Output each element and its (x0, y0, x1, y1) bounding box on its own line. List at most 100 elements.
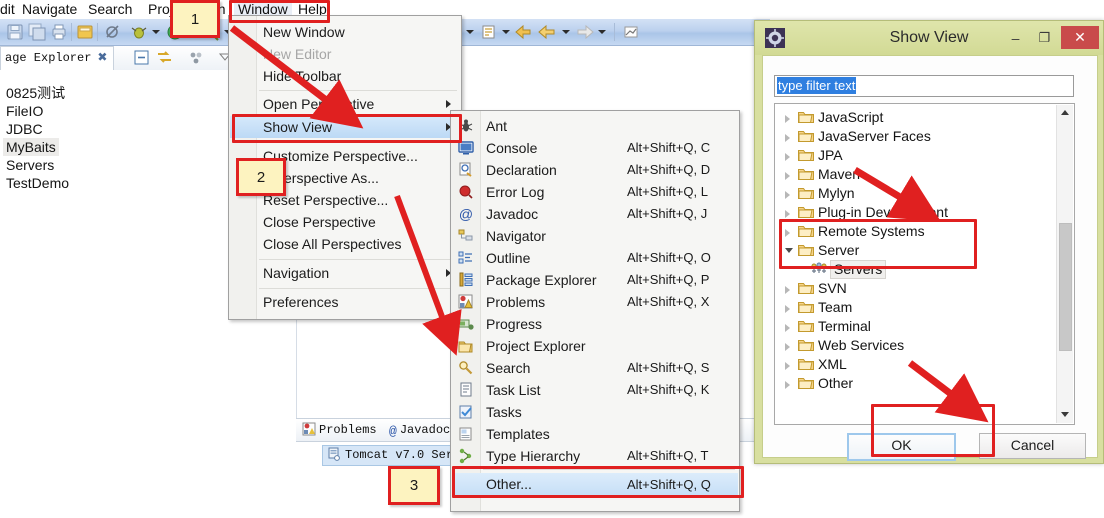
list-item[interactable]: JDBC (6, 120, 43, 138)
chevron-right-icon[interactable] (785, 381, 790, 389)
tab-javadoc-label: Javadoc (399, 423, 451, 437)
submenu-item-package-explorer[interactable]: Package Explorer Alt+Shift+Q, P (452, 269, 738, 291)
toolbar-dropdown-arrow-1[interactable] (466, 30, 474, 34)
chevron-right-icon[interactable] (785, 191, 790, 199)
submenu-item-ant[interactable]: Ant (452, 115, 738, 137)
list-item[interactable]: 0825测试 (6, 84, 65, 102)
submenu-item-declaration[interactable]: Declaration Alt+Shift+Q, D (452, 159, 738, 181)
tab-javadoc[interactable]: @ Javadoc (389, 420, 450, 440)
submenu-item-progress[interactable]: Progress (452, 313, 738, 335)
link-with-editor-icon[interactable] (156, 49, 173, 69)
close-icon[interactable]: ✖ (97, 47, 107, 70)
toolbar-dropdown-arrow-2[interactable] (502, 30, 510, 34)
scroll-thumb[interactable] (1059, 223, 1072, 351)
debug-icon[interactable] (130, 23, 148, 41)
forward-icon[interactable] (576, 23, 594, 41)
list-item[interactable]: Servers (6, 156, 54, 174)
submenu-item-console[interactable]: Console Alt+Shift+Q, C (452, 137, 738, 159)
folder-icon (798, 205, 814, 224)
dialog-titlebar[interactable]: Show View – ❐ ✕ (755, 21, 1103, 55)
debug-dropdown-arrow[interactable] (152, 30, 160, 34)
save-all-icon[interactable] (28, 23, 46, 41)
toolbar-separator (71, 23, 72, 41)
submenu-item-task-list[interactable]: Task List Alt+Shift+Q, K (452, 379, 738, 401)
chevron-right-icon[interactable] (785, 343, 790, 351)
minimize-button[interactable]: – (1001, 26, 1030, 49)
server-icon (327, 447, 341, 468)
menu-separator-4 (259, 288, 457, 289)
submenu-item-outline[interactable]: Outline Alt+Shift+Q, O (452, 247, 738, 269)
tasks-icon (458, 404, 474, 420)
maximize-button[interactable]: ❐ (1030, 26, 1059, 49)
view-tree[interactable]: JavaScript JavaServer Faces JPA Maven My… (774, 103, 1075, 425)
submenu-item-other[interactable]: Other... Alt+Shift+Q, Q (452, 473, 738, 496)
folder-icon (798, 319, 814, 338)
back-icon[interactable] (538, 23, 556, 41)
chevron-right-icon[interactable] (785, 134, 790, 142)
chevron-down-icon[interactable] (785, 248, 793, 253)
menu-search[interactable]: Search (88, 0, 132, 19)
menu-navigate[interactable]: Navigate (22, 0, 77, 19)
submenu-item-tasks[interactable]: Tasks (452, 401, 738, 423)
chevron-right-icon[interactable] (785, 210, 790, 218)
submenu-item-search[interactable]: Search Alt+Shift+Q, S (452, 357, 738, 379)
print-icon[interactable] (50, 23, 68, 41)
list-item[interactable]: FileIO (6, 102, 43, 120)
toolbar-separator-2 (97, 23, 98, 41)
save-icon[interactable] (6, 23, 24, 41)
chevron-right-icon[interactable] (785, 305, 790, 313)
submenu-item-navigator[interactable]: Navigator (452, 225, 738, 247)
chevron-right-icon[interactable] (785, 324, 790, 332)
menu-item-preferences[interactable]: Preferences (230, 291, 460, 313)
back-dropdown-arrow[interactable] (562, 30, 570, 34)
tab-problems[interactable]: Problems (302, 420, 377, 440)
menu-separator (259, 90, 457, 91)
new-java-icon[interactable] (480, 23, 498, 41)
folder-icon (798, 300, 814, 319)
menu-item-show-view[interactable]: Show View (230, 116, 460, 138)
chevron-right-icon[interactable] (785, 115, 790, 123)
list-item[interactable]: TestDemo (6, 174, 69, 192)
menu-edit[interactable]: dit (0, 0, 15, 19)
chevron-right-icon[interactable] (785, 172, 790, 180)
chevron-right-icon[interactable] (785, 286, 790, 294)
folder-icon (798, 243, 814, 262)
menu-item-navigation[interactable]: Navigation (230, 262, 460, 284)
submenu-item-javadoc[interactable]: @ Javadoc Alt+Shift+Q, J (452, 203, 738, 225)
skip-breakpoints-icon[interactable] (104, 23, 122, 41)
tree-scrollbar[interactable] (1056, 105, 1073, 423)
back-history-icon[interactable] (514, 23, 532, 41)
filter-input[interactable]: type filter text (774, 75, 1074, 97)
folder-icon (798, 376, 814, 395)
menu-item-new-window[interactable]: New Window (230, 21, 460, 43)
submenu-item-templates[interactable]: Templates (452, 423, 738, 445)
list-item-selected[interactable]: MyBaits (3, 138, 59, 156)
declaration-icon (458, 162, 474, 178)
tab-package-explorer[interactable]: age Explorer ✖ (0, 46, 115, 70)
submenu-item-problems[interactable]: Problems Alt+Shift+Q, X (452, 291, 738, 313)
scroll-down-button[interactable] (1057, 407, 1073, 423)
submenu-item-error-log[interactable]: Error Log Alt+Shift+Q, L (452, 181, 738, 203)
cancel-button[interactable]: Cancel (979, 433, 1086, 459)
folder-icon (798, 186, 814, 205)
dialog-button-row: OK Cancel (774, 433, 1086, 461)
ok-button[interactable]: OK (847, 433, 956, 461)
scroll-up-button[interactable] (1057, 105, 1073, 121)
open-resource-icon[interactable] (76, 23, 94, 41)
forward-dropdown-arrow[interactable] (598, 30, 606, 34)
chevron-right-icon[interactable] (785, 362, 790, 370)
menu-item-close-all-perspectives[interactable]: Close All Perspectives (230, 233, 460, 255)
submenu-item-project-explorer[interactable]: Project Explorer (452, 335, 738, 357)
project-explorer-icon (458, 338, 474, 354)
menu-item-close-perspective[interactable]: Close Perspective (230, 211, 460, 233)
chevron-right-icon[interactable] (785, 153, 790, 161)
view-menu-icon[interactable] (188, 50, 205, 70)
folder-icon (798, 338, 814, 357)
collapse-all-icon[interactable] (133, 49, 150, 69)
close-button[interactable]: ✕ (1061, 26, 1099, 49)
chevron-right-icon[interactable] (785, 229, 790, 237)
pin-editor-icon[interactable] (622, 23, 640, 41)
menu-item-hide-toolbar[interactable]: Hide Toolbar (230, 65, 460, 87)
submenu-item-type-hierarchy[interactable]: Type Hierarchy Alt+Shift+Q, T (452, 445, 738, 467)
menu-item-open-perspective[interactable]: Open Perspective (230, 93, 460, 115)
